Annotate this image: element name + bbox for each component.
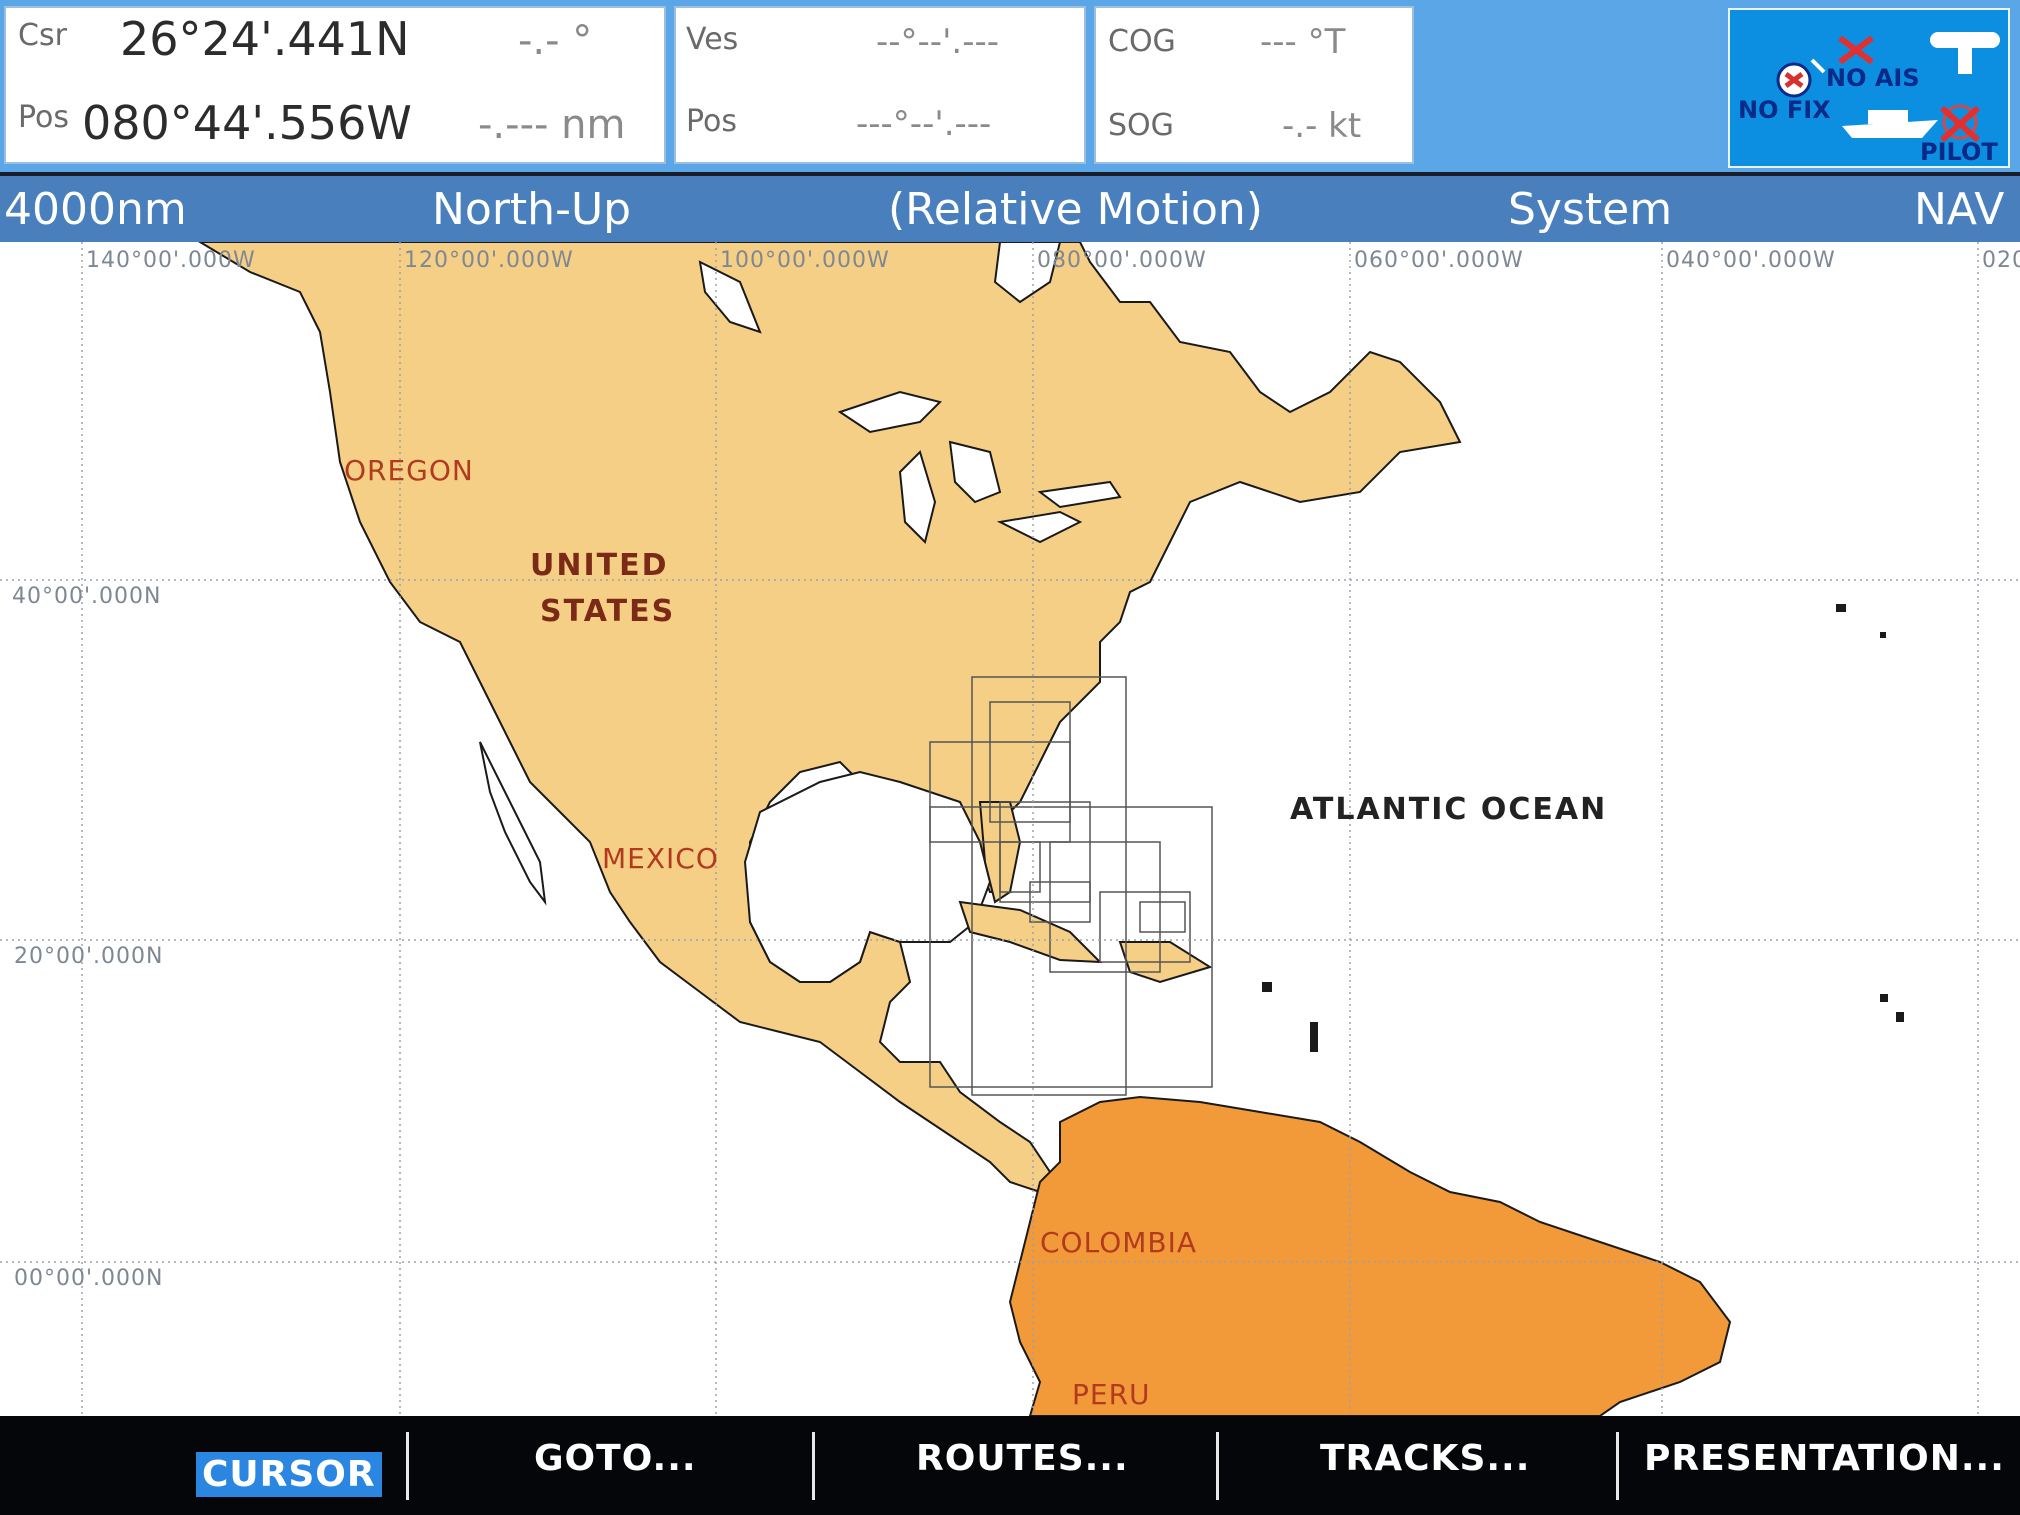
lon-label-100w: 100°00'.000W (720, 248, 890, 273)
system-mode[interactable]: System (1508, 184, 1672, 235)
presentation-softkey[interactable]: PRESENTATION... (1644, 1438, 2005, 1479)
chart-map[interactable] (0, 242, 2020, 1416)
ves-label: Ves (686, 22, 739, 57)
lat-label-0n: 00°00'.000N (14, 1266, 164, 1291)
no-ais-status: NO AIS (1826, 64, 1920, 92)
cog-value: --- °T (1260, 22, 1346, 62)
label-mexico: MEXICO (602, 842, 719, 875)
lon-label-40w: 040°00'.000W (1666, 248, 1836, 273)
softkey-divider (1216, 1432, 1219, 1500)
vessel-pos-label: Pos (686, 104, 738, 139)
cursor-panel: Csr 26°24'.441N -.- ° Pos 080°44'.556W -… (4, 6, 666, 164)
nav-chart[interactable]: 140°00'.000W 120°00'.000W 100°00'.000W 0… (0, 242, 2020, 1416)
course-panel: COG --- °T SOG -.- kt (1094, 6, 1414, 164)
label-states: STATES (540, 594, 676, 629)
radar-icon (1930, 32, 2000, 74)
orientation-mode[interactable]: North-Up (432, 184, 631, 235)
data-strip: Csr 26°24'.441N -.- ° Pos 080°44'.556W -… (0, 0, 2020, 172)
pilot-status: PILOT (1920, 138, 1998, 166)
routes-softkey[interactable]: ROUTES... (916, 1438, 1129, 1479)
no-fix-status: NO FIX (1738, 96, 1831, 124)
csr-label: Csr (18, 18, 67, 53)
label-peru: PERU (1072, 1378, 1151, 1411)
label-oregon: OREGON (344, 454, 474, 487)
cursor-softkey[interactable]: CURSOR (196, 1452, 382, 1497)
softkey-divider (812, 1432, 815, 1500)
cog-label: COG (1108, 24, 1176, 59)
gps-fix-icon (1776, 58, 1826, 98)
motion-mode[interactable]: (Relative Motion) (888, 184, 1263, 235)
cursor-bearing: -.- ° (518, 18, 593, 64)
softkey-divider (1616, 1432, 1619, 1500)
vessel-longitude: ---°--'.--- (856, 104, 992, 144)
lon-label-140w: 140°00'.000W (86, 248, 256, 273)
cursor-longitude: 080°44'.556W (82, 96, 412, 150)
chart-title-bar: 4000nm North-Up (Relative Motion) System… (0, 176, 2020, 242)
label-atlantic-ocean: ATLANTIC OCEAN (1290, 792, 1608, 827)
lat-label-40n: 40°00'.000N (12, 584, 162, 609)
sog-value: -.- kt (1282, 106, 1362, 146)
sog-label: SOG (1108, 108, 1174, 143)
softkey-bar: CURSOR GOTO... ROUTES... TRACKS... PRESE… (0, 1416, 2020, 1515)
lon-label-60w: 060°00'.000W (1354, 248, 1524, 273)
label-united: UNITED (530, 548, 669, 583)
vessel-panel: Ves --°--'.--- Pos ---°--'.--- (674, 6, 1086, 164)
lat-label-20n: 20°00'.000N (14, 944, 164, 969)
goto-softkey[interactable]: GOTO... (534, 1438, 697, 1479)
status-indicators[interactable]: NO FIX NO AIS PILOT (1728, 8, 2010, 168)
pos-label: Pos (18, 100, 70, 135)
tracks-softkey[interactable]: TRACKS... (1320, 1438, 1530, 1479)
cursor-latitude: 26°24'.441N (120, 12, 410, 66)
lon-label-20w: 020 (1982, 248, 2020, 273)
range-scale[interactable]: 4000nm (4, 184, 187, 235)
softkey-divider (406, 1432, 409, 1500)
vessel-latitude: --°--'.--- (876, 22, 1000, 62)
page-nav[interactable]: NAV (1914, 184, 2004, 235)
label-colombia: COLOMBIA (1040, 1226, 1198, 1259)
land-north-america (198, 242, 1462, 1194)
lon-label-80w: 080°00'.000W (1037, 248, 1207, 273)
cursor-range: -.--- nm (478, 102, 626, 148)
chart-coverage-boxes (929, 676, 1213, 1096)
lon-label-120w: 120°00'.000W (404, 248, 574, 273)
